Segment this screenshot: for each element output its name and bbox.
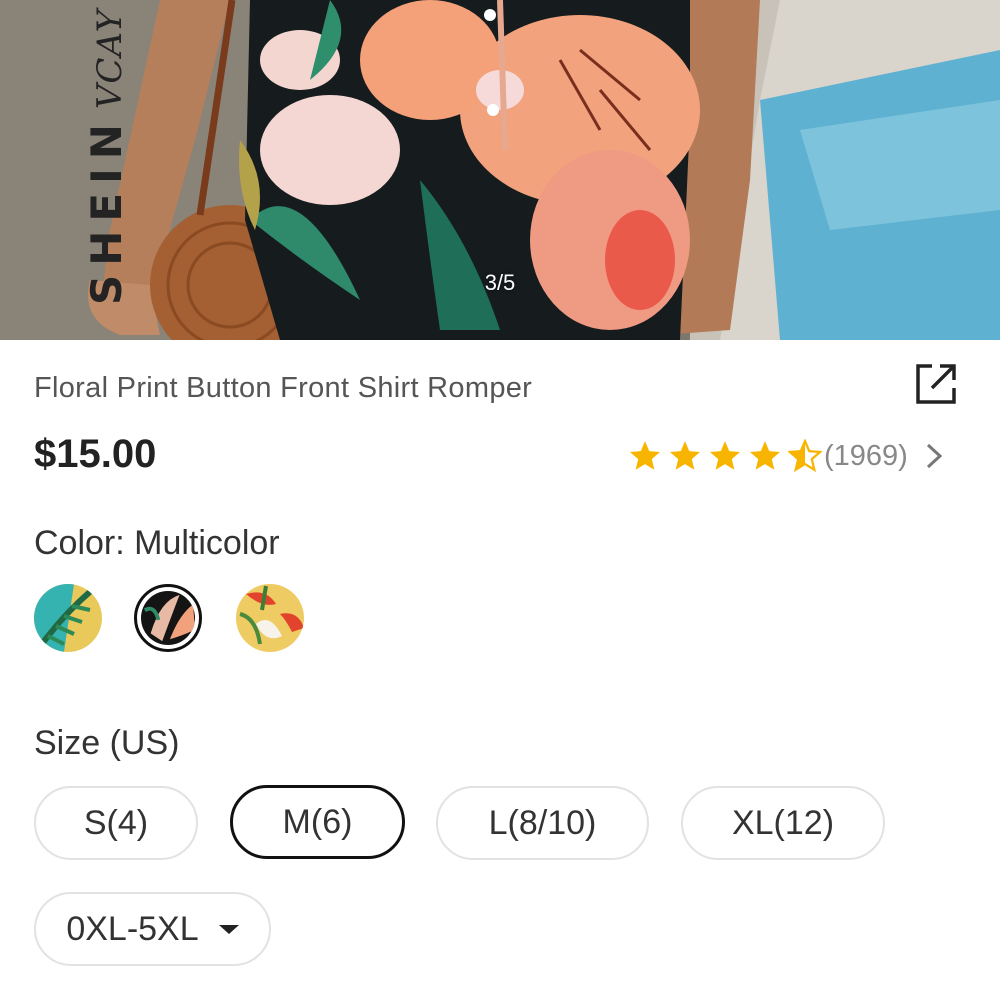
size-option-label: S(4)	[83, 803, 149, 842]
brand-logo-text: SHEIN	[82, 115, 131, 305]
product-image[interactable]: SHEIN VCAY 3/5	[0, 0, 1000, 340]
size-option-label: L(8/10)	[488, 803, 597, 842]
size-option-m[interactable]: M(6)	[230, 785, 405, 859]
swatch-floral-pattern	[141, 591, 195, 645]
image-counter: 3/5	[484, 270, 516, 295]
swatch-tropical-pattern	[236, 584, 304, 652]
product-price: $15.00	[34, 432, 157, 476]
share-button[interactable]	[912, 360, 960, 408]
half-star-icon	[788, 439, 822, 473]
brand-sub-logo-text: VCAY	[90, 8, 130, 110]
color-swatch-teal-yellow[interactable]	[34, 584, 102, 652]
size-option-label: XL(12)	[731, 803, 835, 842]
rating-summary[interactable]: (1969)	[628, 436, 946, 476]
review-count: (1969)	[824, 439, 908, 472]
size-option-label: M(6)	[282, 802, 353, 841]
size-range-dropdown[interactable]: 0XL-5XL	[34, 892, 271, 966]
size-option-xl[interactable]: XL(12)	[681, 786, 885, 860]
star-icon	[629, 441, 661, 470]
swatch-leaf-pattern	[34, 584, 102, 652]
star-rating	[628, 439, 828, 473]
chevron-right-icon	[926, 443, 943, 469]
brand-watermark: SHEIN VCAY	[22, 0, 131, 320]
color-swatch-black-floral[interactable]	[134, 584, 202, 652]
star-icon	[749, 441, 781, 470]
size-label: Size (US)	[34, 724, 180, 762]
caret-down-icon	[218, 924, 239, 934]
color-label: Color: Multicolor	[34, 524, 280, 562]
star-icon	[709, 441, 741, 470]
size-range-label: 0XL-5XL	[66, 909, 199, 948]
size-option-l[interactable]: L(8/10)	[436, 786, 649, 860]
product-title: Floral Print Button Front Shirt Romper	[34, 372, 533, 404]
color-swatch-yellow-red[interactable]	[236, 584, 304, 652]
star-icon	[669, 441, 701, 470]
size-option-s[interactable]: S(4)	[34, 786, 198, 860]
share-icon	[916, 364, 956, 404]
